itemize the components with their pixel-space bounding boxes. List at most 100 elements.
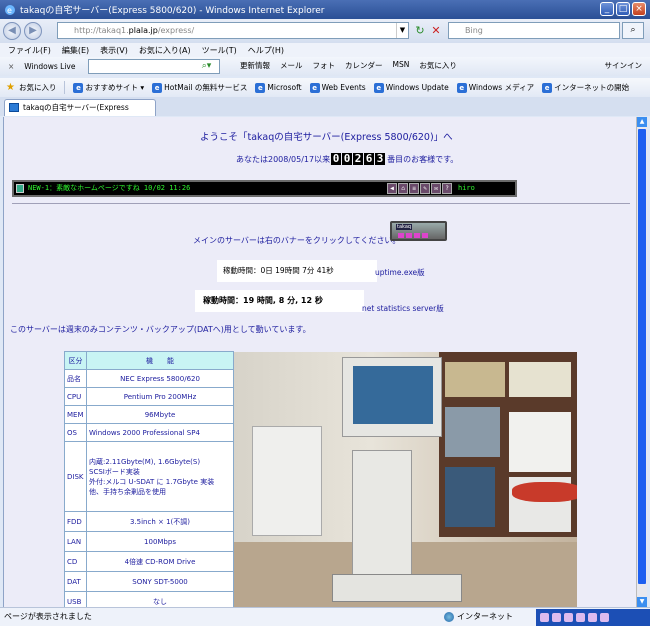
menu-file[interactable]: ファイル(F)	[8, 45, 51, 56]
maximize-button[interactable]: □	[616, 2, 630, 16]
tray-icon[interactable]	[540, 613, 549, 622]
server-photo	[234, 352, 577, 607]
live-search-icon[interactable]: ⌕▾	[193, 59, 220, 74]
live-signin[interactable]: サインイン	[605, 60, 643, 71]
welcome-heading: ようこそ「takaqの自宅サーバー(Express 5800/620)」へ	[200, 132, 453, 143]
fav-item-hotmail[interactable]: e HotMail の無料サービス	[152, 82, 247, 93]
live-close-icon[interactable]: ×	[8, 62, 14, 71]
live-link-favorites[interactable]: お気に入り	[419, 60, 457, 71]
table-row: DAT SONY SDT-5000	[64, 571, 234, 592]
ie-page-icon: e	[73, 82, 84, 93]
scroll-thumb[interactable]	[638, 129, 646, 584]
ticker-write-icon[interactable]: ✎	[420, 183, 430, 194]
close-button[interactable]: ×	[632, 2, 646, 16]
fav-item-recommended[interactable]: e おすすめサイト ▾	[73, 82, 144, 93]
banner-label: takaq	[396, 224, 413, 230]
table-row: LAN 100Mbps	[64, 531, 234, 552]
table-row: CPU Pentium Pro 200MHz	[64, 387, 234, 406]
main-server-banner[interactable]: takaq	[390, 221, 447, 241]
ticker-text: NEW-1：素敵なホームページですね 10/02 11:26	[28, 184, 191, 192]
address-input[interactable]: http://takaq1.plala.jp/express/ ▼	[57, 22, 409, 39]
ticker-icon	[16, 184, 24, 193]
ie-page-icon: e	[309, 82, 320, 93]
window-titlebar: e takaqの自宅サーバー(Express 5800/620) - Windo…	[0, 0, 650, 19]
menu-favorites[interactable]: お気に入り(A)	[139, 45, 191, 56]
menu-bar: ファイル(F) 編集(E) 表示(V) お気に入り(A) ツール(T) ヘルプ(…	[0, 43, 650, 57]
menu-help[interactable]: ヘルプ(H)	[248, 45, 284, 56]
tray-icon[interactable]	[552, 613, 561, 622]
favorites-separator	[64, 81, 66, 94]
live-link-mail[interactable]: メール	[280, 60, 303, 71]
live-link-calendar[interactable]: カレンダー	[345, 60, 383, 71]
fav-item-web-events[interactable]: e Web Events	[309, 82, 366, 93]
back-button[interactable]: ◀	[3, 22, 21, 40]
ie-icon: e	[5, 4, 15, 15]
menu-edit[interactable]: 編集(E)	[62, 45, 89, 56]
tray-icon[interactable]	[588, 613, 597, 622]
ticker-prev-icon[interactable]: ◀	[387, 183, 397, 194]
uptime-exe-box: 稼動時間：0日 19時間 7分 41秒	[217, 260, 377, 282]
tray-icon[interactable]	[564, 613, 573, 622]
table-header-row: 区分 機 能	[64, 351, 234, 370]
header-function: 機 能	[86, 351, 234, 370]
globe-icon	[444, 611, 454, 622]
ticker-help-icon[interactable]: ?	[442, 183, 452, 194]
uptime-exe-link[interactable]: uptime.exe版	[375, 267, 425, 278]
divider	[12, 203, 630, 204]
minimize-button[interactable]: _	[600, 2, 614, 16]
fav-item-windows-update[interactable]: e Windows Update	[373, 82, 449, 93]
refresh-icon[interactable]: ↻	[412, 23, 428, 38]
ie-page-icon: e	[456, 82, 467, 93]
net-stats-link[interactable]: net statistics server版	[362, 303, 444, 314]
ticker-mail-icon[interactable]: ✉	[431, 183, 441, 194]
fav-item-internet-start[interactable]: e インターネットの開始	[542, 82, 629, 93]
table-row: USB なし	[64, 591, 234, 607]
scroll-down-icon[interactable]: ▼	[637, 597, 647, 607]
tray-icon[interactable]	[576, 613, 585, 622]
live-label: Windows Live	[24, 62, 76, 71]
table-row: 品名 NEC Express 5800/620	[64, 369, 234, 388]
banner-instruction: メインのサーバーは右のバナーをクリックしてください。	[193, 236, 401, 245]
live-toolbar: × Windows Live ⌕▾ 更新情報 メール フォト カレンダー MSN…	[0, 57, 650, 76]
status-bar: ページが表示されました インターネット	[0, 607, 650, 626]
news-ticker[interactable]: NEW-1：素敵なホームページですね 10/02 11:26 ◀ ⌂ ≡ ✎ ✉…	[12, 180, 517, 197]
search-input[interactable]: Bing	[448, 22, 620, 39]
ie-page-icon: e	[255, 82, 266, 93]
menu-tools[interactable]: ツール(T)	[202, 45, 237, 56]
visitor-prefix: あなたは2008/05/17以来	[236, 154, 331, 164]
svg-text:e: e	[7, 6, 12, 15]
address-dropdown-icon[interactable]: ▼	[396, 23, 408, 38]
favorites-bar: ★ お気に入り e おすすめサイト ▾ e HotMail の無料サービス e Mic…	[0, 78, 650, 97]
ticker-home-icon[interactable]: ⌂	[398, 183, 408, 194]
table-row: DISK 内蔵:2.11Gbyte(M), 1.6Gbyte(S) SCSIボード…	[64, 441, 234, 512]
live-link-news[interactable]: 更新情報	[240, 60, 270, 71]
table-row: FDD 3.5inch × 1(不調)	[64, 511, 234, 532]
weekend-note: このサーバーは週末のみコンテンツ・バックアップ(DATへ)用として動いています。	[10, 325, 311, 334]
ticker-list-icon[interactable]: ≡	[409, 183, 419, 194]
live-link-msn[interactable]: MSN	[393, 60, 410, 71]
ticker-user: hiro	[458, 184, 475, 192]
star-icon[interactable]: ★	[6, 82, 15, 93]
security-zone: インターネット	[444, 608, 513, 625]
favorites-button[interactable]: お気に入り	[19, 82, 57, 93]
fav-item-microsoft[interactable]: e Microsoft	[255, 82, 302, 93]
live-link-photo[interactable]: フォト	[313, 60, 336, 71]
forward-button[interactable]: ▶	[24, 22, 42, 40]
page-icon	[9, 103, 19, 112]
stop-icon[interactable]: ✕	[428, 23, 444, 38]
visitor-counter: 00263	[331, 152, 386, 165]
fav-item-windows-media[interactable]: e Windows メディア	[456, 82, 534, 93]
table-row: OS Windows 2000 Professional SP4	[64, 423, 234, 442]
vertical-scrollbar[interactable]: ▲ ▼	[636, 117, 647, 607]
scroll-up-icon[interactable]: ▲	[637, 117, 647, 127]
header-category: 区分	[64, 351, 87, 370]
net-stats-box: 稼動時間：19 時間, 8 分, 12 秒	[195, 290, 364, 312]
ie-page-icon: e	[542, 82, 553, 93]
tab-active[interactable]: takaqの自宅サーバー(Express 5800/620)	[4, 99, 156, 127]
tray-icon[interactable]	[600, 613, 609, 622]
url-path: /express/	[157, 26, 195, 35]
address-toolbar: ◀ ▶ http://takaq1.plala.jp/express/ ▼ ↻ …	[0, 19, 650, 43]
menu-view[interactable]: 表示(V)	[100, 45, 128, 56]
url-domain: plala.jp	[128, 26, 158, 35]
search-go-icon[interactable]: ⌕	[622, 22, 644, 39]
